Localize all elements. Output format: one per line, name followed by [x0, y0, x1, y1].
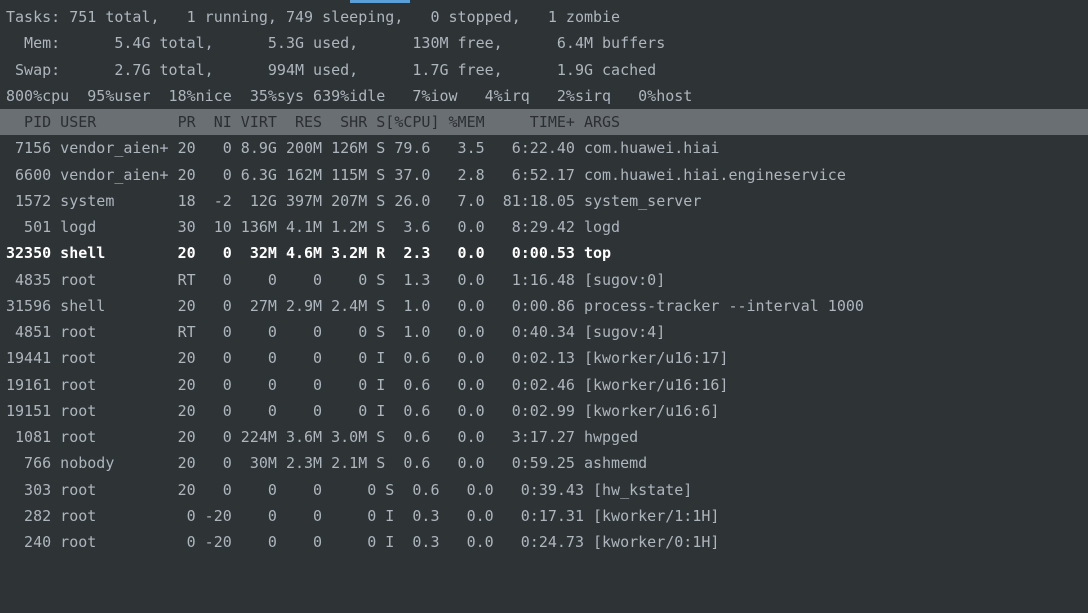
process-row: 1081 root 20 0 224M 3.6M 3.0M S 0.6 0.0 … [6, 424, 1082, 450]
process-row: 19161 root 20 0 0 0 0 I 0.6 0.0 0:02.46 … [6, 372, 1082, 398]
process-row: 1572 system 18 -2 12G 397M 207M S 26.0 7… [6, 188, 1082, 214]
process-row: 32350 shell 20 0 32M 4.6M 3.2M R 2.3 0.0… [6, 240, 1082, 266]
process-row: 7156 vendor_aien+ 20 0 8.9G 200M 126M S … [6, 135, 1082, 161]
process-row: 4851 root RT 0 0 0 0 S 1.0 0.0 0:40.34 [… [6, 319, 1082, 345]
swap-summary: Swap: 2.7G total, 994M used, 1.7G free, … [6, 57, 1082, 83]
active-tab-indicator [350, 0, 410, 3]
process-row: 19151 root 20 0 0 0 0 I 0.6 0.0 0:02.99 … [6, 398, 1082, 424]
process-list: 7156 vendor_aien+ 20 0 8.9G 200M 126M S … [6, 135, 1082, 555]
process-row: 19441 root 20 0 0 0 0 I 0.6 0.0 0:02.13 … [6, 345, 1082, 371]
mem-summary: Mem: 5.4G total, 5.3G used, 130M free, 6… [6, 30, 1082, 56]
process-table-header: PID USER PR NI VIRT RES SHR S[%CPU] %MEM… [0, 109, 1088, 135]
process-row: 282 root 0 -20 0 0 0 I 0.3 0.0 0:17.31 [… [6, 503, 1082, 529]
process-row: 501 logd 30 10 136M 4.1M 1.2M S 3.6 0.0 … [6, 214, 1082, 240]
cpu-summary: 800%cpu 95%user 18%nice 35%sys 639%idle … [6, 83, 1082, 109]
process-row: 31596 shell 20 0 27M 2.9M 2.4M S 1.0 0.0… [6, 293, 1082, 319]
process-row: 303 root 20 0 0 0 0 S 0.6 0.0 0:39.43 [h… [6, 477, 1082, 503]
process-row: 6600 vendor_aien+ 20 0 6.3G 162M 115M S … [6, 162, 1082, 188]
tasks-summary: Tasks: 751 total, 1 running, 749 sleepin… [6, 4, 1082, 30]
process-row: 240 root 0 -20 0 0 0 I 0.3 0.0 0:24.73 [… [6, 529, 1082, 555]
terminal-output: Tasks: 751 total, 1 running, 749 sleepin… [0, 0, 1088, 559]
process-row: 766 nobody 20 0 30M 2.3M 2.1M S 0.6 0.0 … [6, 450, 1082, 476]
process-row: 4835 root RT 0 0 0 0 S 1.3 0.0 1:16.48 [… [6, 267, 1082, 293]
